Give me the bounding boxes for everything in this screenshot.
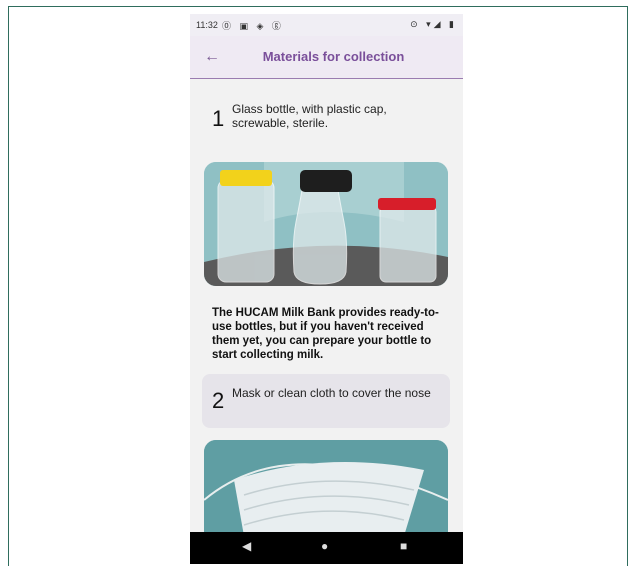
info-paragraph: The HUCAM Milk Bank provides ready-to-us… xyxy=(212,307,439,361)
phone-screen: 11:32 ⓪ ▣ ◈ ⓖ ⊙ ▾◢ ▮ ← Materials for col… xyxy=(190,14,463,564)
nav-recents-icon[interactable]: ■ xyxy=(400,539,407,553)
status-bar: 11:32 ⓪ ▣ ◈ ⓖ ⊙ ▾◢ ▮ xyxy=(190,14,463,36)
status-time: 11:32 xyxy=(196,20,218,30)
nav-back-icon[interactable]: ◀ xyxy=(242,539,251,553)
system-icons: ⊙ ▾◢ ▮ xyxy=(410,19,457,29)
item-number: 1 xyxy=(212,106,225,131)
mask-image xyxy=(204,440,448,536)
notification-icons: ⓪ ▣ ◈ ⓖ xyxy=(222,21,284,31)
system-nav-bar: ◀ ● ■ xyxy=(190,532,463,564)
item-number: 2 xyxy=(212,388,225,413)
page-title: Materials for collection xyxy=(262,49,405,64)
bottles-illustration xyxy=(204,162,448,286)
nav-home-icon[interactable]: ● xyxy=(321,539,328,553)
list-item-1: 1 Glass bottle, with plastic cap, screwa… xyxy=(202,98,450,142)
mask-illustration xyxy=(204,440,448,536)
list-item-2: 2 Mask or clean cloth to cover the nose xyxy=(202,374,450,428)
bottles-image xyxy=(204,162,448,286)
item-text: Glass bottle, with plastic cap, screwabl… xyxy=(232,102,387,130)
item-text: Mask or clean cloth to cover the nose xyxy=(232,386,431,400)
app-bar: ← Materials for collection xyxy=(190,36,463,79)
